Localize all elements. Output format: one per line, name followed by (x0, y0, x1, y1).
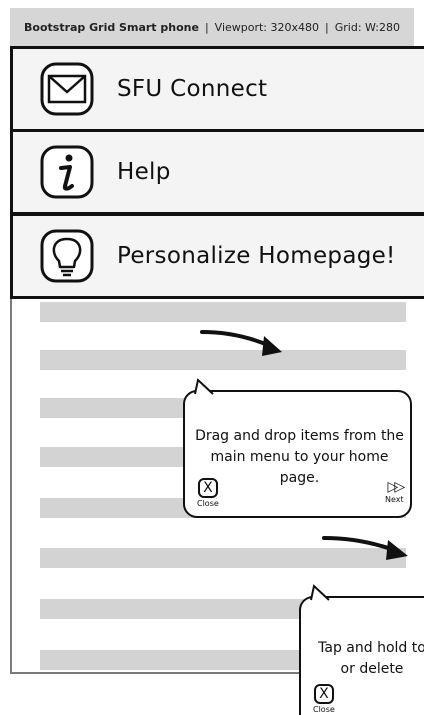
grid-label: Grid: W:280 (334, 20, 400, 34)
close-button[interactable]: X Close (197, 478, 219, 508)
next-label: Next (385, 495, 404, 504)
close-icon: X (313, 684, 334, 704)
close-icon: X (197, 478, 218, 498)
fast-forward-icon: ▷▷ (387, 479, 405, 495)
device-title: Bootstrap Grid Smart phone (24, 20, 199, 34)
close-label: Close (197, 499, 219, 508)
menu-item-personalize-homepage[interactable]: Personalize Homepage! (10, 213, 424, 299)
bubble-tail (194, 378, 214, 395)
info-icon (39, 144, 95, 200)
lightbulb-icon (39, 228, 95, 284)
tooltip-bubble: Drag and drop items from the main menu t… (183, 378, 412, 518)
tooltip-bubble: Tap and hold to or delete X Close (299, 584, 424, 715)
drag-arrow-icon (322, 536, 408, 560)
bubble-tail (310, 584, 330, 601)
envelope-icon (39, 61, 95, 117)
tooltip-text: Tap and hold to or delete (318, 640, 424, 677)
menu-item-label: SFU Connect (117, 76, 268, 102)
menu-item-label: Personalize Homepage! (117, 243, 396, 269)
title-separator: | (325, 20, 329, 34)
drag-arrow-icon (200, 330, 282, 356)
menu-item-sfu-connect[interactable]: SFU Connect (10, 46, 424, 132)
close-label: Close (313, 705, 335, 714)
menu-item-help[interactable]: Help (10, 129, 424, 215)
title-separator: | (204, 20, 209, 34)
tooltip-text: Drag and drop items from the main menu t… (195, 428, 404, 486)
window-title-bar: Bootstrap Grid Smart phone | Viewport: 3… (10, 8, 414, 47)
close-button[interactable]: X Close (313, 684, 335, 714)
viewport-label: Viewport: 320x480 (214, 20, 320, 34)
next-button[interactable]: ▷▷ Next (385, 479, 405, 504)
menu-item-label: Help (117, 159, 171, 185)
placeholder-stripe (40, 302, 406, 322)
